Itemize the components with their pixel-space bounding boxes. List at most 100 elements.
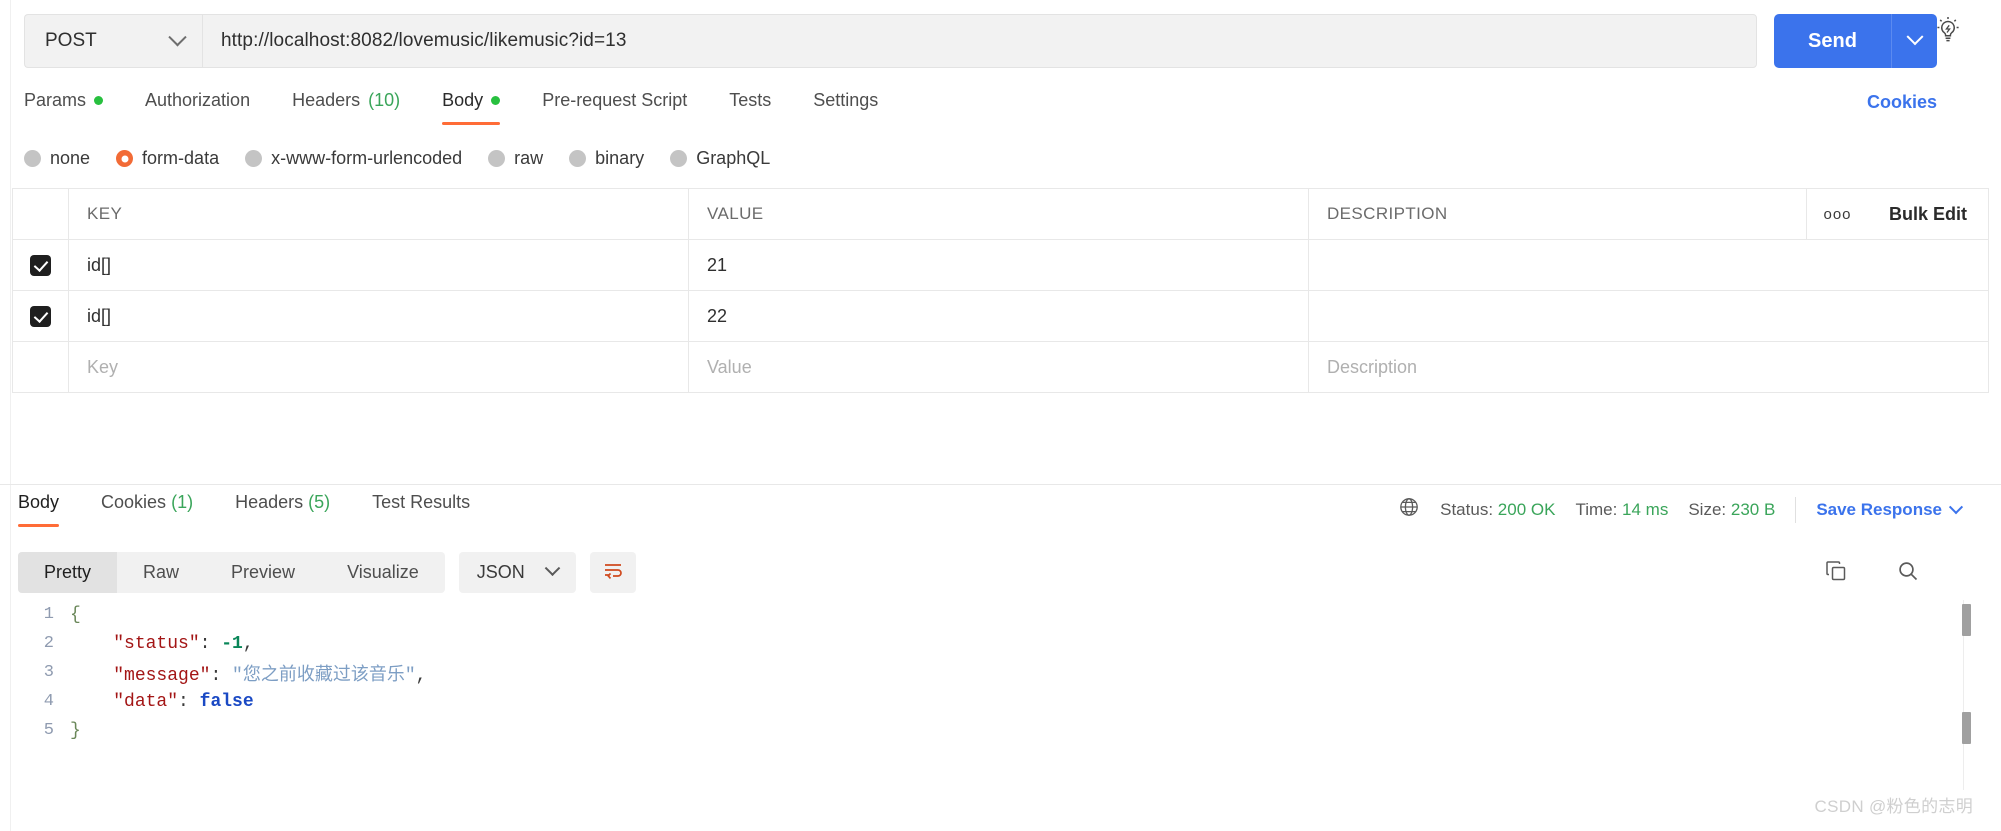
table-row[interactable]: id[] 21	[13, 240, 1988, 291]
table-row[interactable]: id[] 22	[13, 291, 1988, 342]
status-label: Status:	[1440, 499, 1494, 519]
row-checkbox-checked[interactable]	[30, 305, 51, 327]
response-tabs: Body Cookies (1) Headers (5) Test Result…	[18, 492, 512, 527]
json-separator: :	[199, 633, 222, 654]
new-row-description-input[interactable]: Description	[1327, 357, 1417, 378]
tab-tests[interactable]: Tests	[729, 90, 793, 125]
table-options-button[interactable]: ooo	[1806, 189, 1868, 239]
tab-headers[interactable]: Headers (10)	[292, 90, 422, 125]
response-view-toolbar: Pretty Raw Preview Visualize JSON	[18, 552, 636, 593]
time-group: Time: 14 ms	[1575, 500, 1668, 520]
new-row-value-input[interactable]: Value	[707, 357, 752, 378]
http-method-select[interactable]: POST	[24, 14, 202, 68]
row-key[interactable]: id[]	[87, 255, 111, 276]
status-group: Status: 200 OK	[1440, 500, 1555, 520]
row-value[interactable]: 22	[707, 306, 727, 327]
view-raw-button[interactable]: Raw	[117, 552, 205, 593]
chevron-down-icon	[168, 27, 187, 46]
body-type-none[interactable]: none	[24, 148, 90, 169]
tab-headers-count: (10)	[368, 90, 401, 110]
radio-icon	[670, 150, 688, 167]
json-key: "message"	[113, 665, 211, 686]
response-tab-body[interactable]: Body	[18, 492, 60, 527]
copy-icon[interactable]	[1823, 558, 1851, 586]
status-divider	[1795, 496, 1797, 523]
chevron-down-icon	[1948, 499, 1964, 514]
bulk-edit-label: Bulk Edit	[1888, 203, 1967, 224]
url-input[interactable]: http://localhost:8082/lovemusic/likemusi…	[202, 14, 1757, 68]
left-rail	[0, 0, 11, 831]
radio-icon	[569, 150, 587, 167]
size-group: Size: 230 B	[1688, 500, 1775, 520]
size-label: Size:	[1688, 499, 1727, 519]
response-view-segmented: Pretty Raw Preview Visualize	[18, 552, 445, 593]
row-checkbox-empty[interactable]	[30, 357, 51, 378]
chevron-down-icon	[1906, 28, 1923, 46]
view-pretty-button[interactable]: Pretty	[18, 552, 118, 593]
body-type-x-www-form-urlencoded[interactable]: x-www-form-urlencoded	[245, 148, 462, 169]
new-row-key-input[interactable]: Key	[87, 357, 118, 378]
response-body-code[interactable]: 1 { 2 "status": -1, 3 "message": "您之前收藏过…	[18, 600, 1963, 790]
response-tab-test-results[interactable]: Test Results	[372, 492, 470, 527]
row-value[interactable]: 21	[707, 255, 727, 276]
radio-icon	[24, 150, 41, 167]
response-format-label: JSON	[476, 562, 525, 582]
tab-tests-label: Tests	[729, 90, 772, 110]
body-type-graphql-label: GraphQL	[696, 148, 771, 168]
view-visualize-button[interactable]: Visualize	[321, 552, 445, 593]
radio-icon	[245, 150, 263, 167]
line-number: 2	[43, 634, 54, 653]
response-scrollbar-thumb-bottom[interactable]	[1962, 712, 1971, 744]
json-key: "data"	[113, 691, 179, 712]
request-tabs: Params Authorization Headers (10) Body P…	[24, 90, 920, 134]
line-number: 4	[43, 692, 54, 711]
watermark: CSDN @粉色的志明	[1814, 797, 1973, 816]
cookies-link[interactable]: Cookies	[1867, 92, 1937, 113]
tab-params[interactable]: Params	[24, 90, 125, 125]
send-button[interactable]: Send	[1774, 14, 1891, 68]
tab-settings[interactable]: Settings	[813, 90, 900, 125]
ellipsis-icon: ooo	[1823, 205, 1852, 223]
code-line: 2 "status": -1,	[18, 629, 1963, 658]
response-tab-cookies[interactable]: Cookies (1)	[101, 492, 193, 527]
response-format-select[interactable]: JSON	[458, 552, 576, 593]
column-header-key: KEY	[87, 204, 123, 223]
tab-authorization[interactable]: Authorization	[145, 90, 272, 125]
tab-pre-request-script[interactable]: Pre-request Script	[542, 90, 709, 125]
body-type-binary[interactable]: binary	[569, 148, 644, 169]
globe-icon	[1398, 496, 1420, 523]
code-content: "message": "您之前收藏过该音乐",	[70, 660, 426, 686]
body-type-none-label: none	[50, 148, 91, 168]
line-number: 3	[43, 663, 54, 682]
tab-body[interactable]: Body	[442, 90, 522, 125]
bulk-edit-button[interactable]: Bulk Edit	[1868, 189, 1988, 239]
tab-settings-label: Settings	[813, 90, 879, 110]
request-bar: POST http://localhost:8082/lovemusic/lik…	[24, 14, 1757, 68]
response-tab-headers[interactable]: Headers (5)	[235, 492, 330, 527]
modified-dot-icon	[94, 96, 104, 105]
radio-icon	[488, 150, 506, 167]
code-line: 3 "message": "您之前收藏过该音乐",	[18, 658, 1963, 687]
word-wrap-button[interactable]	[589, 552, 636, 593]
body-type-raw-label: raw	[514, 148, 544, 168]
table-header-row: KEY VALUE DESCRIPTION ooo Bulk Edit	[13, 189, 1988, 240]
view-preview-button[interactable]: Preview	[205, 552, 321, 593]
url-text: http://localhost:8082/lovemusic/likemusi…	[221, 30, 627, 51]
row-checkbox-checked[interactable]	[30, 254, 51, 276]
response-scrollbar-thumb-top[interactable]	[1962, 604, 1971, 636]
table-row-empty[interactable]: Key Value Description	[13, 342, 1988, 393]
body-type-graphql[interactable]: GraphQL	[670, 148, 770, 169]
search-icon[interactable]	[1895, 558, 1923, 586]
body-type-radio-group: none form-data x-www-form-urlencoded raw…	[24, 148, 770, 169]
row-key[interactable]: id[]	[87, 306, 111, 327]
body-type-form-data[interactable]: form-data	[116, 148, 219, 169]
code-line: 1 {	[18, 600, 1963, 629]
response-tab-test-results-label: Test Results	[372, 492, 471, 512]
save-response-button[interactable]: Save Response	[1816, 499, 1964, 520]
modified-dot-icon	[491, 96, 501, 105]
size-value: 230 B	[1730, 499, 1776, 519]
json-separator: :	[178, 691, 200, 712]
time-value: 14 ms	[1622, 499, 1669, 519]
body-type-raw[interactable]: raw	[488, 148, 543, 169]
lightbulb-icon[interactable]	[1931, 14, 1965, 48]
